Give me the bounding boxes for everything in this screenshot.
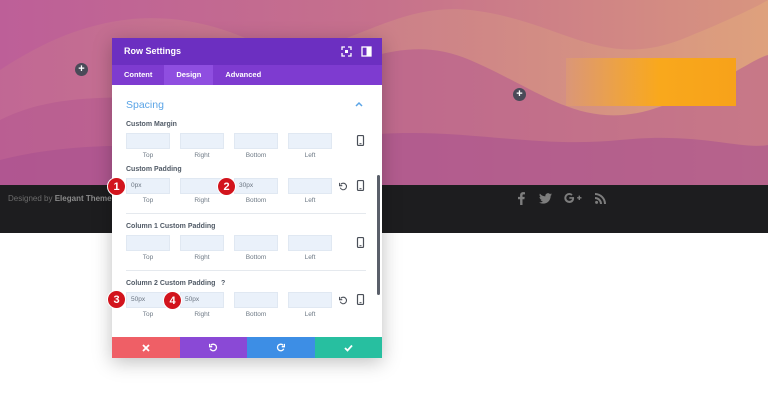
- responsive-phone-icon[interactable]: [356, 135, 365, 146]
- side-label: Left: [304, 311, 316, 318]
- rss-icon[interactable]: [595, 191, 606, 205]
- add-module-button[interactable]: +: [513, 88, 526, 101]
- callout-badge: 4: [163, 291, 182, 310]
- responsive-phone-icon[interactable]: [356, 180, 365, 191]
- reset-icon[interactable]: [339, 295, 348, 306]
- builder-canvas: + + Designed by Elegant Themes Row Setti…: [0, 0, 768, 410]
- credit-prefix: Designed by: [8, 194, 53, 203]
- col1-padding-bottom-input[interactable]: [234, 235, 278, 251]
- redo-button[interactable]: [247, 337, 315, 358]
- footer-credit: Designed by Elegant Themes: [8, 194, 116, 203]
- callout-badge: 3: [107, 290, 126, 309]
- credit-brand[interactable]: Elegant Themes: [55, 194, 116, 203]
- custom-padding-label: Custom Padding: [126, 166, 182, 173]
- margin-top-input[interactable]: [126, 133, 170, 149]
- padding-bottom-input[interactable]: 30px: [234, 178, 278, 194]
- custom-margin-label: Custom Margin: [126, 121, 177, 128]
- responsive-phone-icon[interactable]: [356, 237, 365, 248]
- col1-padding-top-input[interactable]: [126, 235, 170, 251]
- modal-tabs: Content Design Advanced: [112, 65, 382, 85]
- side-label: Left: [304, 254, 316, 261]
- side-label: Right: [194, 197, 210, 204]
- side-label: Top: [142, 311, 154, 318]
- side-label: Bottom: [245, 311, 267, 318]
- col2-padding-left-input[interactable]: [288, 292, 332, 308]
- tab-advanced[interactable]: Advanced: [213, 65, 273, 85]
- side-label: Left: [304, 152, 316, 159]
- side-label: Top: [142, 254, 154, 261]
- column2-padding-label: Column 2 Custom Padding: [126, 280, 216, 287]
- twitter-icon[interactable]: [539, 191, 552, 205]
- modal-action-bar: [112, 337, 382, 358]
- redo-icon: [277, 343, 286, 352]
- side-label: Bottom: [245, 254, 267, 261]
- column1-padding-label: Column 1 Custom Padding: [126, 223, 216, 230]
- save-button[interactable]: [314, 337, 382, 358]
- undo-button[interactable]: [179, 337, 247, 358]
- side-label: Left: [304, 197, 316, 204]
- side-label: Top: [142, 197, 154, 204]
- margin-bottom-input[interactable]: [234, 133, 278, 149]
- undo-icon: [208, 343, 217, 352]
- padding-top-input[interactable]: 0px: [126, 178, 170, 194]
- modal-header: Row Settings: [112, 38, 382, 65]
- chevron-up-icon[interactable]: [355, 101, 363, 107]
- callout-badge: 2: [217, 177, 236, 196]
- spacing-section-toggle[interactable]: Spacing: [126, 99, 164, 111]
- col1-padding-right-input[interactable]: [180, 235, 224, 251]
- divider: [126, 213, 366, 214]
- tab-design[interactable]: Design: [164, 65, 214, 85]
- row-settings-modal: Row Settings Content Design Advanced Spa…: [112, 38, 382, 358]
- col1-padding-left-input[interactable]: [288, 235, 332, 251]
- margin-right-input[interactable]: [180, 133, 224, 149]
- help-icon[interactable]: ?: [221, 280, 225, 287]
- margin-left-input[interactable]: [288, 133, 332, 149]
- side-label: Bottom: [245, 152, 267, 159]
- col2-padding-bottom-input[interactable]: [234, 292, 278, 308]
- accent-box: [566, 58, 736, 106]
- callout-badge: 1: [107, 177, 126, 196]
- check-icon: [344, 344, 353, 352]
- dock-sidebar-icon[interactable]: [361, 46, 372, 57]
- add-module-button[interactable]: +: [75, 63, 88, 76]
- tab-content[interactable]: Content: [112, 65, 164, 85]
- facebook-icon[interactable]: [518, 191, 525, 205]
- side-label: Right: [194, 152, 210, 159]
- reset-icon[interactable]: [339, 181, 348, 192]
- padding-left-input[interactable]: [288, 178, 332, 194]
- side-label: Right: [194, 311, 210, 318]
- discard-button[interactable]: [112, 337, 180, 358]
- side-label: Right: [194, 254, 210, 261]
- modal-scrollbar[interactable]: [377, 175, 380, 295]
- modal-body: Spacing Custom Margin Top Right Bottom L…: [112, 85, 382, 337]
- col2-padding-right-input[interactable]: 50px: [180, 292, 224, 308]
- divider: [126, 270, 366, 271]
- responsive-phone-icon[interactable]: [356, 294, 365, 305]
- fullscreen-icon[interactable]: [341, 46, 352, 57]
- google-plus-icon[interactable]: [563, 191, 583, 205]
- side-label: Bottom: [245, 197, 267, 204]
- modal-title: Row Settings: [124, 46, 182, 56]
- side-label: Top: [142, 152, 154, 159]
- close-icon: [142, 343, 150, 352]
